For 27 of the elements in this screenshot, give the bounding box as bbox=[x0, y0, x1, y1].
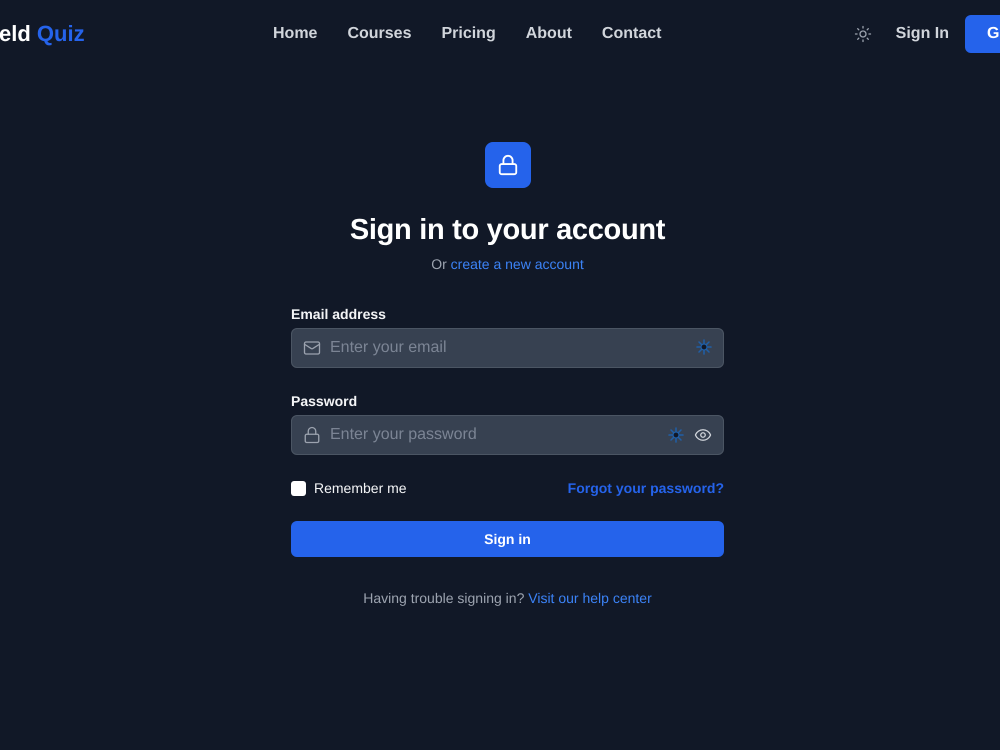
nav-link[interactable]: Home bbox=[273, 25, 318, 43]
lock-icon bbox=[303, 426, 321, 444]
nav-link[interactable]: Courses bbox=[347, 25, 412, 43]
nav-link[interactable]: Pricing bbox=[441, 25, 496, 43]
subtitle-text: Or create a new account bbox=[431, 255, 584, 274]
field-label: Email address bbox=[291, 305, 386, 324]
create-account-link[interactable]: create a new account bbox=[450, 256, 584, 272]
nav-link[interactable]: Contact bbox=[602, 25, 662, 43]
asterisk-icon bbox=[668, 427, 684, 443]
nav-link[interactable]: About bbox=[526, 25, 572, 43]
help-center-link[interactable]: Visit our help center bbox=[528, 590, 652, 606]
help-text: Having trouble signing in? Visit our help center bbox=[363, 589, 652, 608]
email-field[interactable]: Enter your email bbox=[291, 328, 724, 368]
eye-icon[interactable] bbox=[694, 426, 712, 444]
remember-label[interactable]: Remember me bbox=[314, 480, 407, 496]
sign-in-link[interactable]: Sign In bbox=[896, 25, 949, 43]
logo-text[interactable]: eld Quiz bbox=[0, 21, 85, 47]
sun-icon[interactable] bbox=[854, 25, 872, 43]
password-field[interactable]: Enter your password bbox=[291, 415, 724, 455]
page-title: Sign in to your account bbox=[350, 213, 666, 248]
get-started-button[interactable]: G bbox=[965, 15, 1000, 53]
field-label: Password bbox=[291, 392, 358, 411]
lock-icon bbox=[484, 142, 530, 188]
remember-checkbox[interactable] bbox=[291, 480, 306, 496]
mail-icon bbox=[303, 339, 321, 357]
sign-in-button[interactable]: Sign in bbox=[291, 521, 724, 557]
asterisk-icon bbox=[696, 339, 712, 355]
